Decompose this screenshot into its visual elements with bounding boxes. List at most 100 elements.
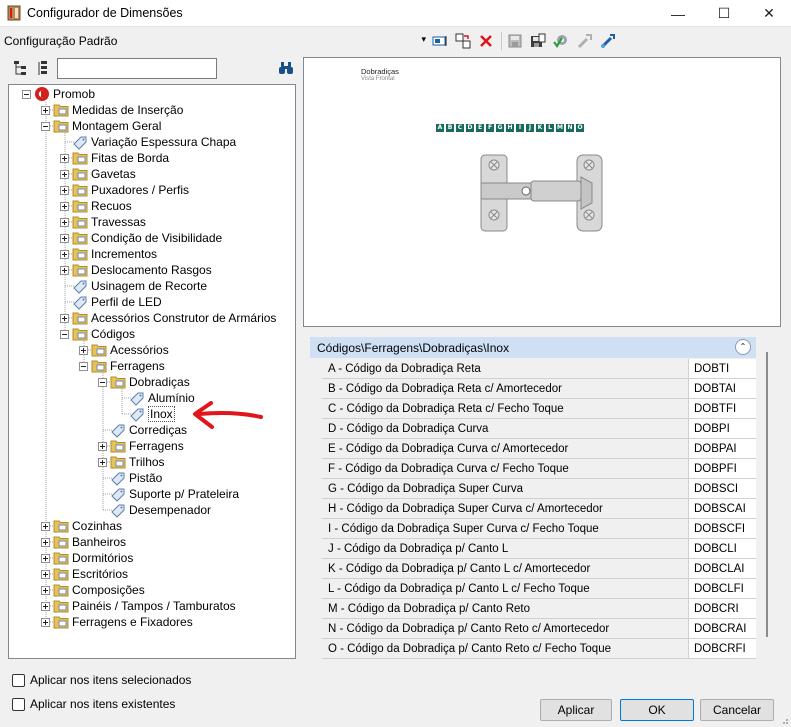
grid-scrollbar[interactable] (766, 352, 768, 637)
tree-node-fitas-borda[interactable]: Fitas de Borda (60, 150, 169, 166)
grid-cell-value[interactable]: DOBCLFI (689, 579, 756, 598)
tree-node-dobradicas[interactable]: Dobradiças (98, 374, 190, 390)
export-button[interactable] (576, 32, 594, 50)
expand-icon[interactable] (60, 313, 69, 323)
checkbox-icon[interactable] (12, 673, 25, 687)
tree-node-ferragens-fixadores[interactable]: Ferragens e Fixadores (41, 614, 193, 630)
collapse-icon[interactable] (98, 377, 107, 387)
maximize-button[interactable]: ☐ (701, 0, 747, 27)
tree-node-corredicas[interactable]: Corrediças (110, 422, 187, 438)
import-button[interactable] (599, 32, 617, 50)
tree-node-composicoes[interactable]: Composições (41, 582, 145, 598)
tree-node-recuos[interactable]: Recuos (60, 198, 132, 214)
save-as-button[interactable] (529, 32, 547, 50)
delete-configuration-button[interactable] (477, 32, 495, 50)
collapse-icon[interactable] (79, 361, 88, 371)
expand-icon[interactable] (41, 569, 50, 579)
tree-node-ferragens-codigos[interactable]: Ferragens (79, 358, 165, 374)
tree-node-perfil-led[interactable]: Perfil de LED (72, 294, 162, 310)
rename-configuration-button[interactable] (431, 32, 449, 50)
tree-node-desempenador[interactable]: Desempenador (110, 502, 211, 518)
expand-icon[interactable] (79, 345, 88, 355)
expand-icon[interactable] (41, 537, 50, 547)
grid-cell-value[interactable]: DOBTFI (689, 399, 756, 418)
expand-icon[interactable] (41, 601, 50, 611)
expand-icon[interactable] (60, 153, 69, 163)
tree-node-travessas[interactable]: Travessas (60, 214, 146, 230)
close-window-button[interactable]: ✕ (746, 0, 791, 27)
grid-cell-value[interactable]: DOBCRAI (689, 619, 756, 638)
grid-cell-value[interactable]: DOBTI (689, 359, 756, 378)
expand-icon[interactable] (60, 169, 69, 179)
grid-cell-value[interactable]: DOBPFI (689, 459, 756, 478)
grid-row[interactable]: G - Código da Dobradiça Super Curva DOBSC… (322, 479, 756, 499)
grid-row[interactable]: O - Código da Dobradiça p/ Canto Reto c/… (322, 639, 756, 659)
expand-icon[interactable] (60, 265, 69, 275)
grid-cell-value[interactable]: DOBSCFI (689, 519, 756, 538)
tree-node-pistao[interactable]: Pistão (110, 470, 162, 486)
checkbox-icon[interactable] (12, 697, 25, 711)
tree-node-escritorios[interactable]: Escritórios (41, 566, 128, 582)
binoculars-icon[interactable] (278, 60, 294, 76)
apply-check-button[interactable] (552, 32, 570, 50)
expand-icon[interactable] (60, 201, 69, 211)
expand-icon[interactable] (98, 457, 107, 467)
tree-node-inox[interactable]: Inox (129, 406, 175, 422)
tree-node-cozinhas[interactable]: Cozinhas (41, 518, 122, 534)
expand-icon[interactable] (41, 105, 50, 115)
cancel-button[interactable]: Cancelar (700, 699, 774, 721)
grid-cell-value[interactable]: DOBSCAI (689, 499, 756, 518)
save-button[interactable] (506, 32, 524, 50)
collapse-icon[interactable] (41, 121, 50, 131)
tree-node-deslocamento-rasgos[interactable]: Deslocamento Rasgos (60, 262, 212, 278)
list-view-icon[interactable] (36, 59, 52, 77)
tree-node-codigos[interactable]: Códigos (60, 326, 135, 342)
expand-icon[interactable] (60, 249, 69, 259)
grid-row[interactable]: M - Código da Dobradiça p/ Canto Reto DOB… (322, 599, 756, 619)
collapse-section-button[interactable]: ⌃ (735, 339, 751, 355)
grid-cell-value[interactable]: DOBPI (689, 419, 756, 438)
grid-row[interactable]: F - Código da Dobradiça Curva c/ Fecho T… (322, 459, 756, 479)
dimension-tree[interactable]: Promob Medidas de Inserção Montagem Gera… (8, 84, 296, 659)
expand-icon[interactable] (41, 585, 50, 595)
tree-node-puxadores[interactable]: Puxadores / Perfis (60, 182, 189, 198)
minimize-button[interactable]: — (655, 0, 701, 27)
grid-row[interactable]: N - Código da Dobradiça p/ Canto Reto c/… (322, 619, 756, 639)
grid-cell-value[interactable]: DOBCLAI (689, 559, 756, 578)
tree-node-trilhos[interactable]: Trilhos (98, 454, 165, 470)
collapse-icon[interactable] (22, 89, 31, 99)
grid-cell-value[interactable]: DOBCRFI (689, 639, 756, 658)
expand-icon[interactable] (41, 553, 50, 563)
expand-icon[interactable] (41, 521, 50, 531)
expand-icon[interactable] (60, 185, 69, 195)
ok-button[interactable]: OK (620, 699, 694, 721)
tree-node-paineis[interactable]: Painéis / Tampos / Tamburatos (41, 598, 236, 614)
expand-icon[interactable] (41, 617, 50, 627)
tree-node-suporte-prateleira[interactable]: Suporte p/ Prateleira (110, 486, 239, 502)
tree-node-gavetas[interactable]: Gavetas (60, 166, 136, 182)
apply-existing-checkbox[interactable]: Aplicar nos itens existentes (12, 697, 175, 711)
tree-node-incrementos[interactable]: Incrementos (60, 246, 157, 262)
grid-row[interactable]: A - Código da Dobradiça Reta DOBTI (322, 359, 756, 379)
tree-view-icon[interactable] (13, 59, 29, 77)
tree-node-montagem-geral[interactable]: Montagem Geral (41, 118, 161, 134)
grid-row[interactable]: H - Código da Dobradiça Super Curva c/ A… (322, 499, 756, 519)
tree-node-ferragens-sub[interactable]: Ferragens (98, 438, 184, 454)
collapse-icon[interactable] (60, 329, 69, 339)
grid-row[interactable]: E - Código da Dobradiça Curva c/ Amortec… (322, 439, 756, 459)
resize-grip-icon[interactable] (779, 715, 789, 725)
configuration-dropdown[interactable]: Configuração Padrão ▾ (2, 31, 428, 51)
tree-node-dormitorios[interactable]: Dormitórios (41, 550, 133, 566)
grid-row[interactable]: I - Código da Dobradiça Super Curva c/ F… (322, 519, 756, 539)
tree-search-input[interactable] (57, 58, 217, 79)
tree-node-banheiros[interactable]: Banheiros (41, 534, 126, 550)
expand-icon[interactable] (60, 217, 69, 227)
tree-node-usinagem-recorte[interactable]: Usinagem de Recorte (72, 278, 207, 294)
tree-node-promob[interactable]: Promob (22, 86, 95, 102)
expand-icon[interactable] (60, 233, 69, 243)
grid-cell-value[interactable]: DOBPAI (689, 439, 756, 458)
grid-row[interactable]: D - Código da Dobradiça Curva DOBPI (322, 419, 756, 439)
apply-selected-checkbox[interactable]: Aplicar nos itens selecionados (12, 673, 191, 687)
grid-cell-value[interactable]: DOBSCI (689, 479, 756, 498)
copy-configuration-button[interactable] (454, 32, 472, 50)
